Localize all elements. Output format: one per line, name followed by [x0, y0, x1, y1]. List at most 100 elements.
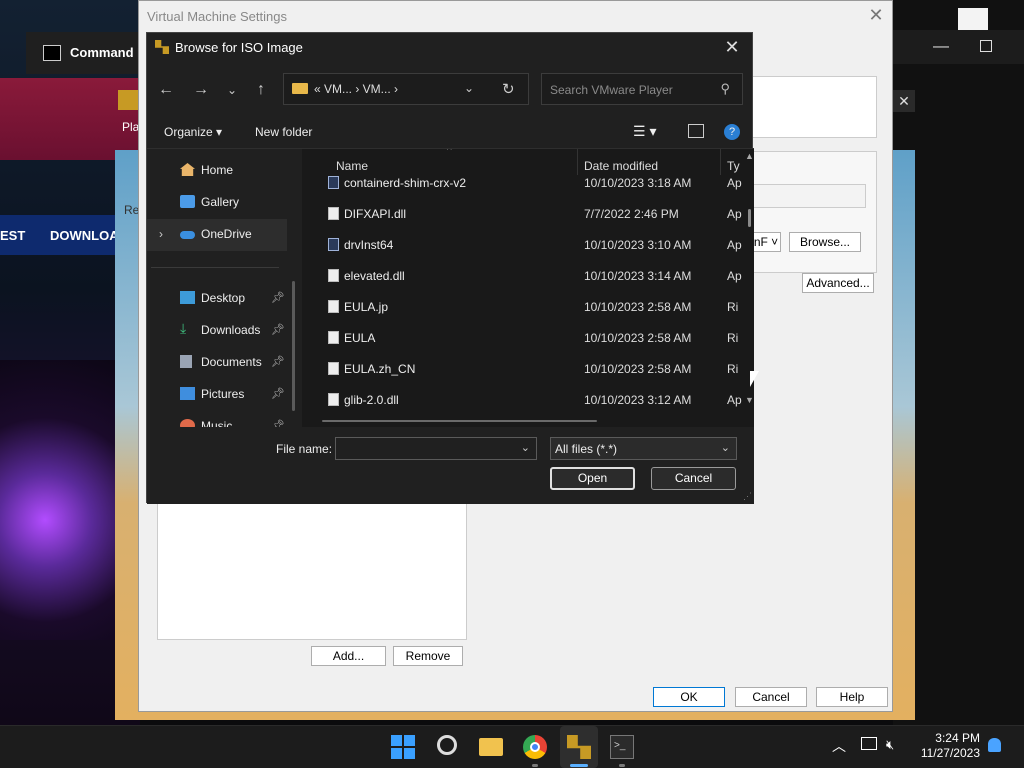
- nav-item-pictures[interactable]: Pictures 📌︎: [147, 379, 287, 409]
- nav-item-home[interactable]: Home: [147, 155, 287, 185]
- help-button[interactable]: Help: [816, 687, 888, 707]
- web-nav-item[interactable]: EST: [0, 228, 25, 243]
- pin-icon: 📌︎: [271, 324, 285, 336]
- volume-muted-icon[interactable]: 🔇︎: [886, 737, 894, 753]
- chevron-up-icon[interactable]: ︿: [832, 736, 846, 756]
- back-arrow-icon[interactable]: ←: [155, 79, 177, 101]
- taskbar: >_ ︿ 🔇︎ 3:24 PM 11/27/2023: [0, 725, 1024, 768]
- file-icon: [328, 362, 339, 375]
- preview-pane-icon[interactable]: [688, 124, 704, 138]
- up-arrow-icon[interactable]: ↑: [250, 79, 272, 101]
- search-input[interactable]: [548, 80, 712, 100]
- organize-menu[interactable]: Organize ▾: [164, 125, 222, 139]
- maximize-icon[interactable]: [980, 40, 992, 52]
- ok-button[interactable]: OK: [653, 687, 725, 707]
- open-button[interactable]: Open: [550, 467, 635, 490]
- file-row[interactable]: EULA.zh_CN 10/10/2023 2:58 AM Ri: [302, 354, 742, 385]
- new-folder-button[interactable]: New folder: [255, 125, 312, 139]
- clock[interactable]: 3:24 PM 11/27/2023: [918, 731, 980, 761]
- scroll-down-icon[interactable]: ▼: [745, 395, 754, 405]
- pin-icon: 📌︎: [271, 420, 285, 427]
- web-nav-item[interactable]: DOWNLOA: [50, 228, 119, 243]
- desktop-icon: [180, 291, 195, 304]
- mouse-cursor: [750, 371, 759, 387]
- add-button[interactable]: Add...: [311, 646, 386, 666]
- start-windows-icon[interactable]: [391, 735, 415, 759]
- file-row[interactable]: containerd-shim-crx-v2 10/10/2023 3:18 A…: [302, 168, 742, 199]
- refresh-icon[interactable]: ↻: [502, 80, 515, 98]
- minimize-icon[interactable]: —: [933, 38, 949, 56]
- pictures-icon: [180, 387, 195, 400]
- file-icon: [328, 300, 339, 313]
- nav-item-desktop[interactable]: Desktop 📌︎: [147, 283, 287, 313]
- dialog-title: Browse for ISO Image: [175, 40, 303, 55]
- pin-icon: 📌︎: [271, 292, 285, 304]
- running-indicator: [532, 764, 538, 767]
- info-panel: [739, 76, 877, 138]
- notification-bell-icon[interactable]: [988, 738, 1001, 752]
- file-row[interactable]: elevated.dll 10/10/2023 3:14 AM Ap: [302, 261, 742, 292]
- terminal-icon[interactable]: >_: [610, 735, 634, 759]
- chevron-down-icon[interactable]: ⌄: [721, 441, 730, 454]
- chevron-down-icon[interactable]: ⌄: [521, 441, 530, 454]
- nav-item-music[interactable]: Music 📌︎: [147, 411, 287, 427]
- nav-item-gallery[interactable]: Gallery: [147, 187, 287, 217]
- close-icon[interactable]: ✕: [893, 90, 915, 112]
- file-row[interactable]: DIFXAPI.dll 7/7/2022 2:46 PM Ap: [302, 199, 742, 230]
- disabled-select: [749, 184, 866, 208]
- nav-scrollbar[interactable]: [292, 281, 295, 411]
- navigation-pane: Home Gallery › OneDrive Desktop 📌︎ ⤓ Dow…: [147, 149, 297, 427]
- help-icon[interactable]: ?: [724, 124, 740, 140]
- file-icon: [328, 207, 339, 220]
- remove-button[interactable]: Remove: [393, 646, 463, 666]
- recent-chevron-icon[interactable]: ⌄: [221, 79, 243, 101]
- onedrive-icon: [180, 231, 195, 239]
- cmd-title: Command P: [70, 45, 146, 60]
- scroll-thumb[interactable]: [748, 209, 751, 227]
- file-row[interactable]: EULA 10/10/2023 2:58 AM Ri: [302, 323, 742, 354]
- filename-input[interactable]: ⌄: [335, 437, 537, 460]
- select-field[interactable]: nF ˅: [751, 232, 781, 252]
- nav-item-documents[interactable]: Documents 📌︎: [147, 347, 287, 377]
- resize-grip-icon[interactable]: ⋰: [743, 491, 752, 502]
- address-bar[interactable]: « VM... › VM... › ⌄ ↻: [283, 73, 529, 105]
- browse-button[interactable]: Browse...: [789, 232, 861, 252]
- chrome-icon[interactable]: [523, 735, 547, 759]
- folder-icon: [292, 83, 308, 94]
- breadcrumb[interactable]: « VM... › VM... ›: [314, 82, 398, 96]
- horizontal-scrollbar[interactable]: [322, 420, 597, 422]
- view-options-icon[interactable]: ☰ ▾: [633, 123, 656, 140]
- downloads-icon: ⤓: [180, 320, 187, 336]
- browse-iso-dialog: Browse for ISO Image ✕ ← → ⌄ ↑ « VM... ›…: [146, 32, 754, 504]
- chevron-right-icon[interactable]: ›: [159, 227, 163, 241]
- dialog-footer: File name: ⌄ All files (*.*) ⌄ Open Canc…: [147, 427, 754, 504]
- pin-icon: 📌︎: [271, 388, 285, 400]
- hardware-list[interactable]: [157, 501, 467, 640]
- network-icon[interactable]: [861, 737, 877, 750]
- active-indicator: [570, 764, 588, 767]
- file-list: ^ Name Date modified Ty containerd-shim-…: [302, 149, 754, 427]
- nav-item-downloads[interactable]: ⤓ Downloads 📌︎: [147, 315, 287, 345]
- file-row[interactable]: glib-2.0.dll 10/10/2023 3:12 AM Ap: [302, 385, 742, 416]
- search-icon[interactable]: ⚲: [720, 81, 730, 97]
- scroll-up-icon[interactable]: ▲: [745, 151, 754, 161]
- file-row[interactable]: EULA.jp 10/10/2023 2:58 AM Ri: [302, 292, 742, 323]
- forward-arrow-icon[interactable]: →: [190, 79, 212, 101]
- chevron-down-icon[interactable]: ⌄: [464, 81, 474, 95]
- filetype-select[interactable]: All files (*.*) ⌄: [550, 437, 737, 460]
- desktop-file-icon[interactable]: [958, 8, 988, 30]
- background-window-titlebar: —: [893, 30, 1024, 64]
- search-icon[interactable]: [437, 735, 457, 755]
- cancel-button[interactable]: Cancel: [735, 687, 807, 707]
- close-icon[interactable]: ✕: [718, 35, 746, 59]
- file-explorer-icon[interactable]: [479, 738, 503, 756]
- search-box[interactable]: ⚲: [541, 73, 743, 105]
- file-row[interactable]: drvInst64 10/10/2023 3:10 AM Ap: [302, 230, 742, 261]
- nav-item-onedrive[interactable]: › OneDrive: [147, 219, 287, 251]
- advanced-button[interactable]: Advanced...: [802, 273, 874, 293]
- close-icon[interactable]: ✕: [866, 5, 886, 26]
- cmd-icon: [43, 45, 61, 61]
- cancel-button[interactable]: Cancel: [651, 467, 736, 490]
- nav-divider: [151, 267, 279, 268]
- vmware-icon: [155, 40, 169, 54]
